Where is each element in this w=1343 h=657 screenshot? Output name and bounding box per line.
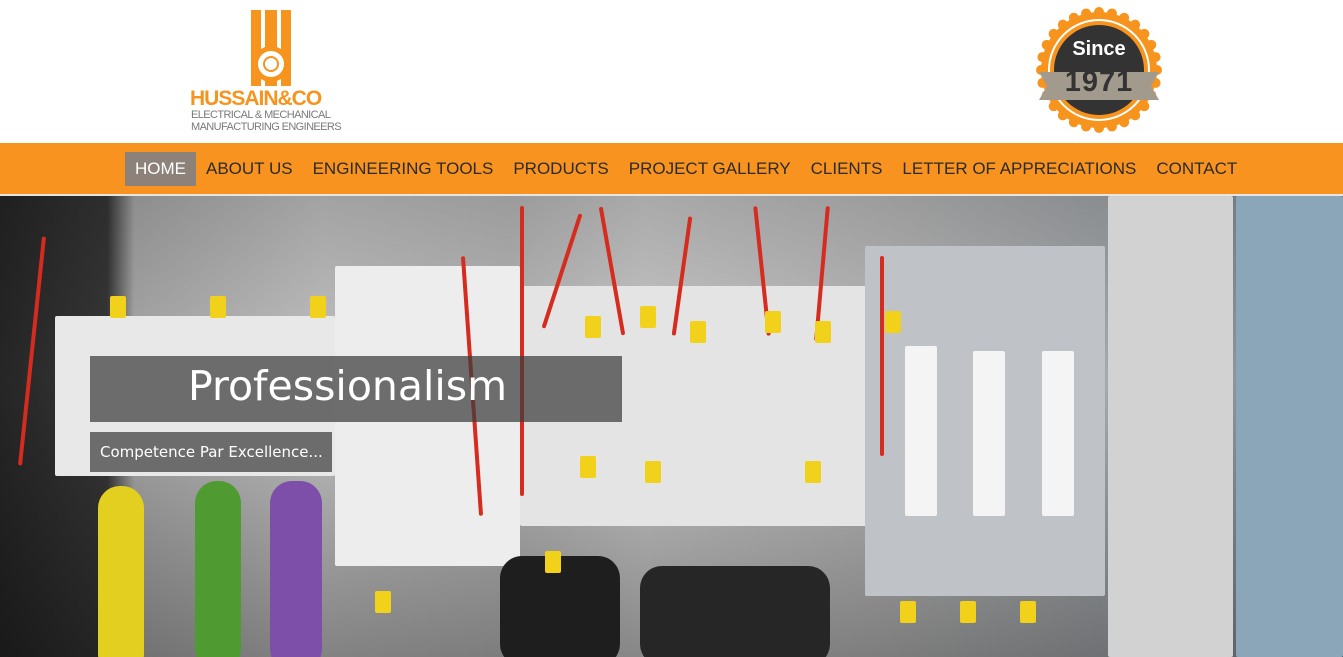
logo-tagline-1: ELECTRICAL & MECHANICAL <box>191 109 331 121</box>
nav-item-contact[interactable]: CONTACT <box>1146 152 1247 186</box>
nav-item-home[interactable]: HOME <box>125 152 196 186</box>
site-header: HUSSAIN&CO ELECTRICAL & MECHANICAL MANUF… <box>0 0 1343 143</box>
hero-subtitle: Competence Par Excellence... <box>100 443 323 461</box>
logo-tagline-2: MANUFACTURING ENGINEERS <box>191 121 342 133</box>
nav-item-about-us[interactable]: ABOUT US <box>196 152 303 186</box>
main-navigation: HOME ABOUT US ENGINEERING TOOLS PRODUCTS… <box>0 143 1343 196</box>
nav-item-clients[interactable]: CLIENTS <box>801 152 893 186</box>
nav-item-project-gallery[interactable]: PROJECT GALLERY <box>619 152 801 186</box>
hero-caption-title-box: Professionalism <box>90 356 622 422</box>
logo-mark-icon <box>251 10 291 86</box>
nav-item-letter-of-appreciations[interactable]: LETTER OF APPRECIATIONS <box>892 152 1146 186</box>
nav-item-products[interactable]: PRODUCTS <box>503 152 618 186</box>
hero-slider[interactable]: Professionalism Competence Par Excellenc… <box>0 196 1343 657</box>
logo-company-name: HUSSAIN&CO <box>190 87 322 110</box>
badge-year-text: 1971 <box>1064 66 1134 98</box>
company-logo[interactable]: HUSSAIN&CO ELECTRICAL & MECHANICAL MANUF… <box>190 10 355 135</box>
since-badge: Since 1971 <box>1035 6 1163 134</box>
nav-item-engineering-tools[interactable]: ENGINEERING TOOLS <box>303 152 504 186</box>
hero-caption-subtitle-box: Competence Par Excellence... <box>90 432 332 472</box>
badge-since-text: Since <box>1072 38 1126 60</box>
nav-menu: HOME ABOUT US ENGINEERING TOOLS PRODUCTS… <box>125 152 1247 186</box>
hero-title: Professionalism <box>188 362 508 410</box>
